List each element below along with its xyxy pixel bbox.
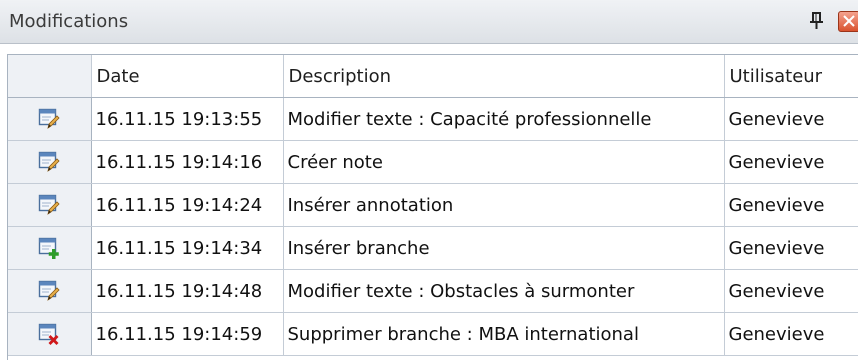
pin-icon[interactable] bbox=[808, 10, 826, 32]
user-cell: Genevieve bbox=[724, 312, 858, 356]
delete-icon bbox=[39, 323, 59, 345]
edit-icon bbox=[39, 280, 60, 301]
description-cell: Modifier texte : Capacité professionnell… bbox=[283, 97, 725, 141]
description-column-header[interactable]: Description bbox=[283, 55, 725, 98]
date-cell: 16.11.15 19:14:34 bbox=[91, 226, 284, 270]
table-header-row: Date Description Utilisateur bbox=[8, 55, 858, 98]
date-cell: 16.11.15 19:14:24 bbox=[91, 183, 284, 227]
edit-icon bbox=[8, 140, 92, 184]
user-cell: Genevieve bbox=[724, 97, 858, 141]
close-icon[interactable] bbox=[838, 11, 858, 32]
date-cell: 16.11.15 19:13:55 bbox=[91, 97, 284, 141]
modifications-panel: Modifications Date Description Utilisate… bbox=[0, 0, 858, 360]
add-icon bbox=[8, 226, 92, 270]
table-row[interactable]: 16.11.15 19:13:55 Modifier texte : Capaci… bbox=[8, 97, 858, 141]
date-cell: 16.11.15 19:14:16 bbox=[91, 140, 284, 184]
description-cell: Créer note bbox=[283, 140, 725, 184]
date-column-header[interactable]: Date bbox=[91, 55, 284, 98]
add-icon bbox=[39, 237, 59, 259]
date-cell: 16.11.15 19:14:48 bbox=[91, 269, 284, 313]
panel-title: Modifications bbox=[9, 11, 129, 32]
icon-column-header[interactable] bbox=[8, 55, 92, 98]
edit-icon bbox=[39, 194, 60, 215]
table-row[interactable]: 16.11.15 19:14:24 Insérer annotation Genev… bbox=[8, 183, 858, 227]
user-column-header[interactable]: Utilisateur bbox=[724, 55, 858, 98]
user-cell: Genevieve bbox=[724, 183, 858, 227]
edit-icon bbox=[8, 269, 92, 313]
user-cell: Genevieve bbox=[724, 226, 858, 270]
table-row[interactable]: 16.11.15 19:14:59 Supprimer branche : MBA… bbox=[8, 312, 858, 356]
user-cell: Genevieve bbox=[724, 140, 858, 184]
description-cell: Insérer branche bbox=[283, 226, 725, 270]
panel-title-bar: Modifications bbox=[0, 0, 858, 44]
date-cell: 16.11.15 19:14:59 bbox=[91, 312, 284, 356]
description-cell: Modifier texte : Obstacles à surmonter bbox=[283, 269, 725, 313]
delete-icon bbox=[8, 312, 92, 356]
edit-icon bbox=[39, 151, 60, 172]
edit-icon bbox=[8, 97, 92, 141]
description-cell: Insérer annotation bbox=[283, 183, 725, 227]
modifications-table: Date Description Utilisateur 16.11.15 19… bbox=[7, 54, 858, 360]
table-row[interactable]: 16.11.15 19:14:34 Insérer branche Geneviev… bbox=[8, 226, 858, 270]
edit-icon bbox=[8, 183, 92, 227]
description-cell: Supprimer branche : MBA international bbox=[283, 312, 725, 356]
table-row[interactable]: 16.11.15 19:14:48 Modifier texte : Obstac… bbox=[8, 269, 858, 313]
table-row[interactable]: 16.11.15 19:14:16 Créer note Genevieve bbox=[8, 140, 858, 184]
edit-icon bbox=[39, 108, 60, 129]
user-cell: Genevieve bbox=[724, 269, 858, 313]
